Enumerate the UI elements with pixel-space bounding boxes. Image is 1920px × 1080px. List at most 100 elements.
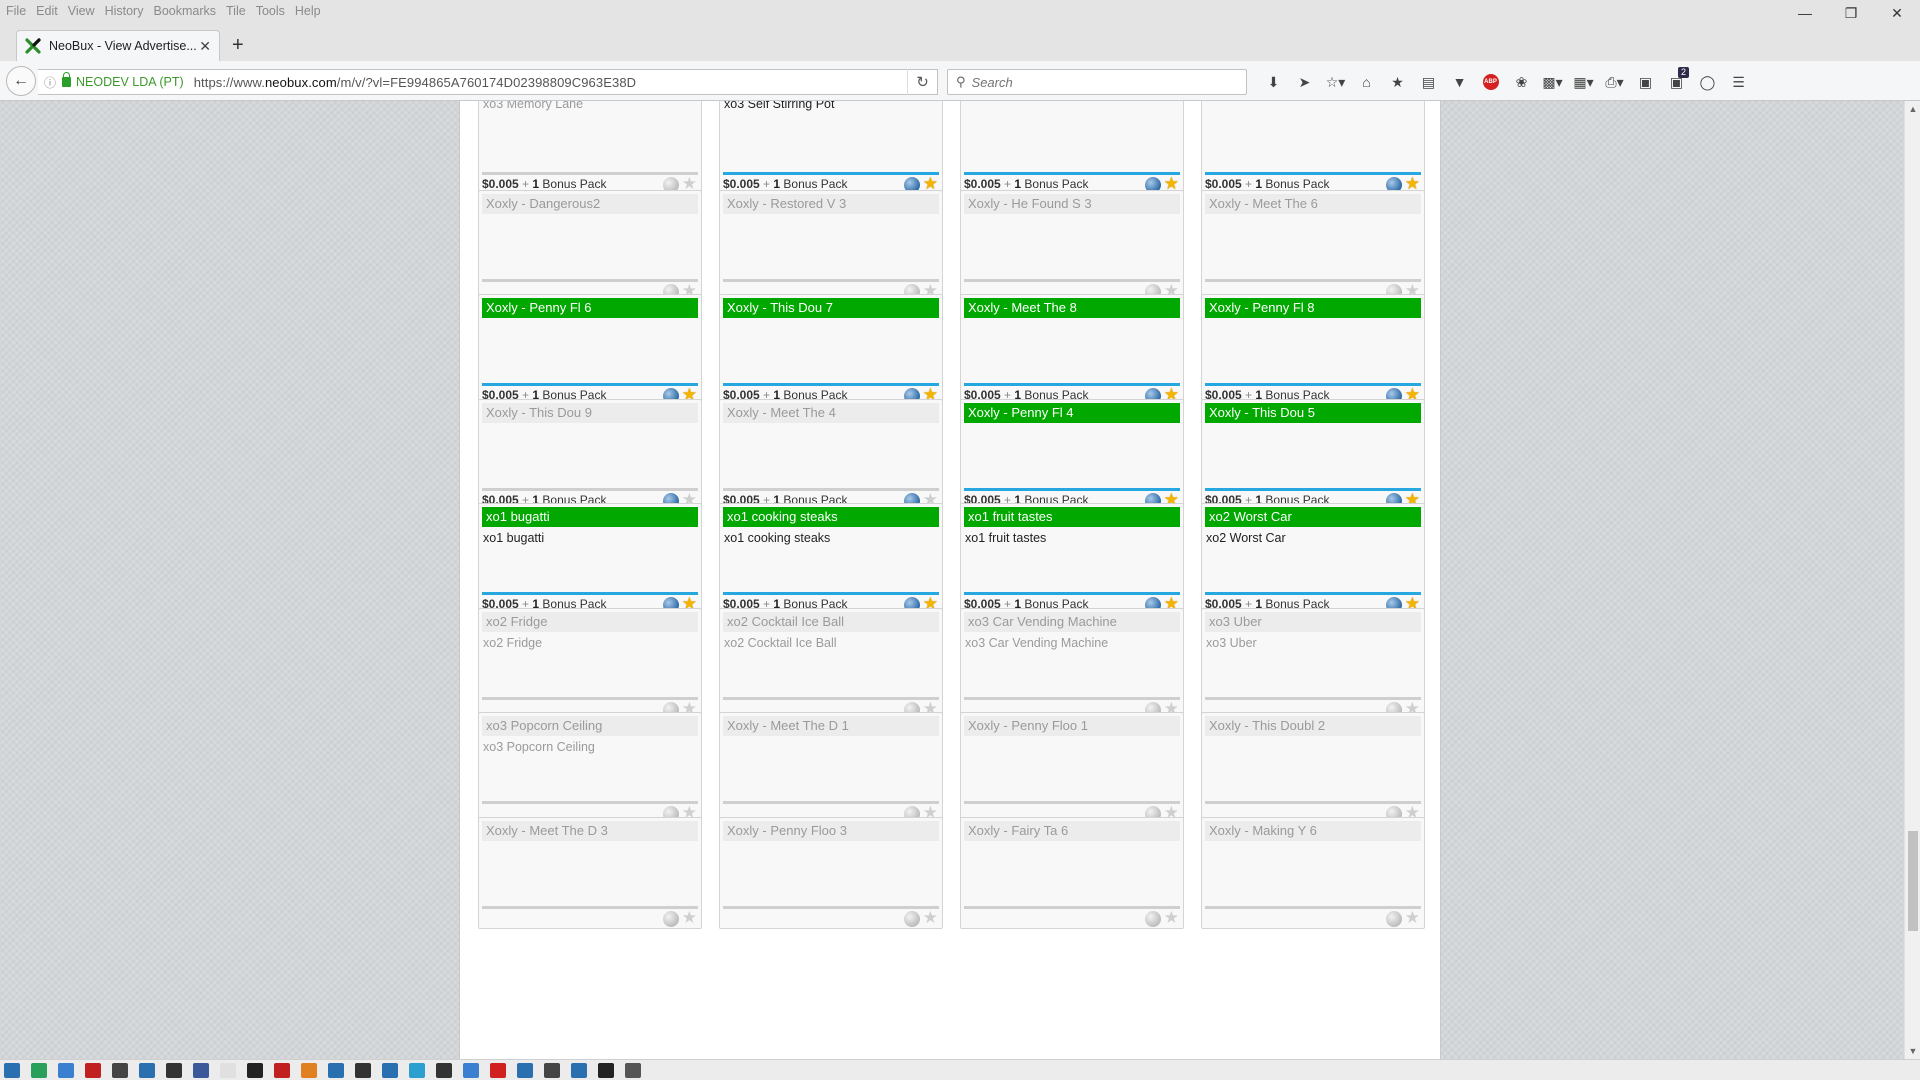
ad-card[interactable]: xo1 fruit tastes xo1 fruit tastes $0.005 +… — [960, 503, 1184, 615]
ad-card[interactable]: Xoxly - Meet The 4 $0.005 + 1 Bonus Pack ★ — [719, 399, 943, 511]
reload-icon[interactable]: ↻ — [907, 69, 937, 95]
url-text[interactable]: https://www.neobux.com/m/v/?vl=FE994865A… — [194, 75, 636, 90]
ad-card[interactable]: Xoxly - Meet The 6 ★ — [1201, 190, 1425, 302]
scrollbar[interactable]: ▲ ▼ — [1904, 101, 1920, 1059]
url-bar[interactable]: ⓘ NEODEV LDA (PT) https://www.neobux.com… — [38, 69, 938, 95]
youtube-icon[interactable] — [490, 1062, 506, 1078]
reader-icon[interactable]: ▤ — [1413, 70, 1444, 94]
ad-title[interactable]: Xoxly - Penny Fl 8 — [1205, 298, 1421, 318]
ad-card[interactable]: Xoxly - Penny Fl 6 $0.005 + 1 Bonus Pack ★ — [478, 294, 702, 406]
app-11-icon[interactable] — [301, 1062, 317, 1078]
ad-title[interactable]: Xoxly - This Dou 5 — [1205, 403, 1421, 423]
pocket-icon[interactable]: ▼ — [1444, 70, 1475, 94]
ad-title[interactable]: xo3 Popcorn Ceiling — [482, 716, 698, 736]
ad-title[interactable]: xo2 Worst Car — [1205, 507, 1421, 527]
ad-title[interactable]: Xoxly - Penny Floo 3 — [723, 821, 939, 841]
ad-title[interactable]: Xoxly - Fairy Ta 6 — [964, 821, 1180, 841]
ad-card[interactable]: Xoxly - Making Y 6 ★ — [1201, 817, 1425, 929]
ad-title[interactable]: xo2 Fridge — [482, 612, 698, 632]
send-icon[interactable]: ➤ — [1289, 70, 1320, 94]
ad-card[interactable]: xo2 Fridge xo2 Fridge ★ — [478, 608, 702, 720]
ad-title[interactable]: Xoxly - Meet The D 1 — [723, 716, 939, 736]
menu-edit[interactable]: Edit — [36, 4, 58, 18]
download-icon[interactable]: ⬇ — [1258, 70, 1289, 94]
search-bar[interactable]: ⚲ — [947, 69, 1247, 95]
menu-bookmarks[interactable]: Bookmarks — [153, 4, 216, 18]
app-1-icon[interactable] — [4, 1062, 20, 1078]
tab-close-icon[interactable]: ✕ — [199, 38, 211, 55]
ad-card[interactable]: xo3 Popcorn Ceiling xo3 Popcorn Ceiling ★ — [478, 712, 702, 824]
app-12-icon[interactable] — [328, 1062, 344, 1078]
app-10-icon[interactable] — [274, 1062, 290, 1078]
ad-card[interactable]: xo1 cooking steaks xo1 cooking steaks $0.0… — [719, 503, 943, 615]
ad-title[interactable]: xo3 Uber — [1205, 612, 1421, 632]
ad-card[interactable]: xo2 Worst Car xo2 Worst Car $0.005 + 1 Bon… — [1201, 503, 1425, 615]
ad-card[interactable]: Xoxly - Restored V 3 ★ — [719, 190, 943, 302]
ad-title[interactable]: Xoxly - Penny Fl 4 — [964, 403, 1180, 423]
back-button[interactable]: ← — [6, 66, 36, 96]
ad-title[interactable]: Xoxly - He Found S 3 — [964, 194, 1180, 214]
crop-icon[interactable]: ⎙▾ — [1599, 70, 1630, 94]
menu-file[interactable]: File — [6, 4, 26, 18]
tab-neobux[interactable]: NeoBux - View Advertise... ✕ — [16, 30, 220, 61]
firefox-icon[interactable] — [463, 1062, 479, 1078]
ad-title[interactable]: xo2 Cocktail Ice Ball — [723, 612, 939, 632]
peace-icon[interactable] — [544, 1062, 560, 1078]
ad-title[interactable]: xo1 fruit tastes — [964, 507, 1180, 527]
ad-card[interactable]: Xoxly - Penny Fl 4 $0.005 + 1 Bonus Pack ★ — [960, 399, 1184, 511]
star-icon[interactable]: ★ — [682, 909, 697, 927]
ad-card[interactable]: Xoxly - Penny Floo 3 ★ — [719, 817, 943, 929]
home-icon[interactable]: ⌂ — [1351, 70, 1382, 94]
ad-card[interactable]: Xoxly - Meet The 8 $0.005 + 1 Bonus Pack ★ — [960, 294, 1184, 406]
globe-icon[interactable] — [904, 911, 920, 927]
image-icon[interactable]: ▣ — [1630, 70, 1661, 94]
scroll-up-icon[interactable]: ▲ — [1905, 101, 1920, 117]
ad-card[interactable]: xo2 Cocktail Ice Ball xo2 Cocktail Ice Ba… — [719, 608, 943, 720]
ad-card[interactable]: Xoxly - This Doubl 2 ★ — [1201, 712, 1425, 824]
ad-title[interactable]: Xoxly - Making Y 6 — [1205, 821, 1421, 841]
puzzle-icon[interactable]: ❀ — [1506, 70, 1537, 94]
clipboard-icon[interactable]: ▩▾ — [1537, 70, 1568, 94]
app-4-icon[interactable] — [85, 1062, 101, 1078]
ad-card[interactable]: Xoxly - This Dou 9 $0.005 + 1 Bonus Pack ★ — [478, 399, 702, 511]
google-icon[interactable] — [220, 1062, 236, 1078]
site-identity[interactable]: NEODEV LDA (PT) — [76, 75, 184, 89]
search-input[interactable] — [971, 74, 1222, 90]
bookmark-star-icon[interactable]: ★ — [1382, 70, 1413, 94]
ad-card[interactable]: xo3 Self Stirring Pot $0.005 + 1 Bonus Pa… — [719, 101, 943, 195]
menu-history[interactable]: History — [105, 4, 144, 18]
ad-card[interactable]: xo1 bugatti xo1 bugatti $0.005 + 1 Bonus P… — [478, 503, 702, 615]
app-7-icon[interactable] — [166, 1062, 182, 1078]
ad-title[interactable]: xo3 Car Vending Machine — [964, 612, 1180, 632]
app-6-icon[interactable] — [139, 1062, 155, 1078]
app-3-icon[interactable] — [58, 1062, 74, 1078]
ad-card[interactable]: Xoxly - Fairy Ta 6 ★ — [960, 817, 1184, 929]
ad-title[interactable]: xo1 cooking steaks — [723, 507, 939, 527]
scroll-down-icon[interactable]: ▼ — [1905, 1043, 1920, 1059]
star-list-icon[interactable]: ☆▾ — [1320, 70, 1351, 94]
app-5-icon[interactable] — [112, 1062, 128, 1078]
ad-card[interactable]: Xoxly - Penny Floo 1 ★ — [960, 712, 1184, 824]
app-23-icon[interactable] — [625, 1062, 641, 1078]
ad-title[interactable]: Xoxly - Dangerous2 — [482, 194, 698, 214]
ad-title[interactable]: Xoxly - Meet The 6 — [1205, 194, 1421, 214]
b-icon[interactable] — [598, 1062, 614, 1078]
globe-icon[interactable] — [1386, 911, 1402, 927]
star-icon[interactable]: ★ — [923, 909, 938, 927]
ad-title[interactable]: Xoxly - This Doubl 2 — [1205, 716, 1421, 736]
ad-title[interactable]: Xoxly - Penny Floo 1 — [964, 716, 1180, 736]
ad-title[interactable]: Xoxly - This Dou 9 — [482, 403, 698, 423]
ad-card[interactable]: $0.005 + 1 Bonus Pack ★ — [960, 101, 1184, 195]
ad-title[interactable]: Xoxly - Meet The 8 — [964, 298, 1180, 318]
globe-icon[interactable] — [663, 911, 679, 927]
ad-card[interactable]: $0.005 + 1 Bonus Pack ★ — [1201, 101, 1425, 195]
ad-card[interactable]: Xoxly - Meet The D 3 ★ — [478, 817, 702, 929]
menu-help[interactable]: Help — [295, 4, 321, 18]
app-2-icon[interactable] — [31, 1062, 47, 1078]
app-19-icon[interactable] — [517, 1062, 533, 1078]
ad-title[interactable]: Xoxly - Restored V 3 — [723, 194, 939, 214]
scroll-thumb[interactable] — [1908, 831, 1918, 931]
notification-icon[interactable]: ▣ 2 — [1661, 67, 1692, 94]
ad-card[interactable]: Xoxly - Meet The D 1 ★ — [719, 712, 943, 824]
globe-icon[interactable]: ◯ — [1692, 70, 1723, 94]
